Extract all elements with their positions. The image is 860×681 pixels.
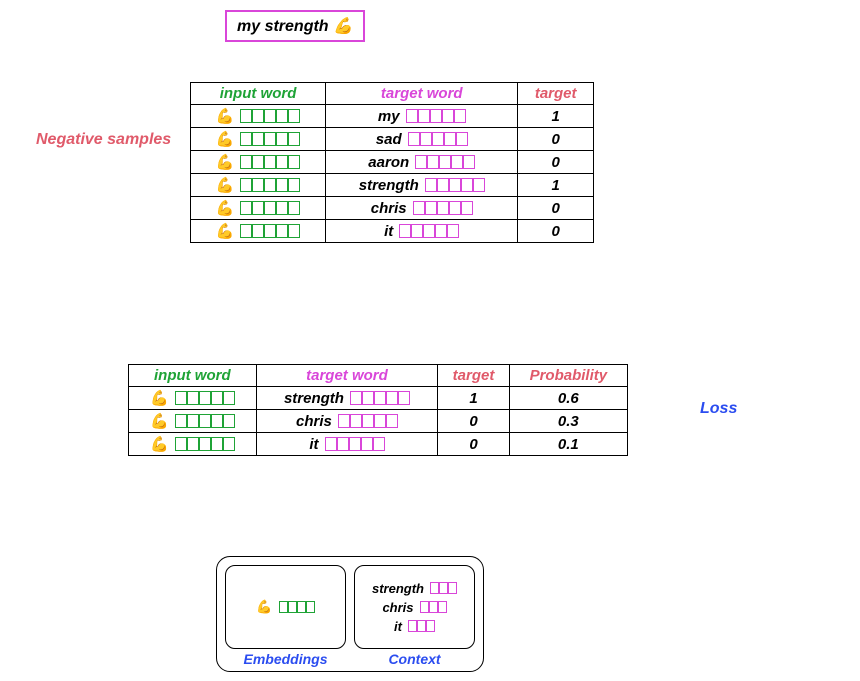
embeddings-column: 💪 Embeddings: [225, 565, 346, 667]
target-value: 0: [552, 223, 560, 240]
target-word-text: strength: [359, 177, 419, 194]
table-row: 💪 my 1: [191, 105, 594, 128]
flex-icon: 💪: [216, 199, 235, 217]
col-target-word: target word: [326, 83, 518, 105]
col-target-word: target word: [256, 365, 438, 387]
table-row: 💪 chris 0 0.3: [129, 410, 628, 433]
context-caption: Context: [388, 651, 440, 667]
col-probability: Probability: [509, 365, 627, 387]
training-samples-table: input word target word target 💪 my 1 💪 s…: [190, 82, 594, 243]
embedding-vector-icon: [240, 224, 300, 238]
context-vector-icon: [415, 155, 475, 169]
target-value: 0: [469, 436, 477, 453]
embedding-vector-icon: [175, 391, 235, 405]
context-box: strength chris it: [354, 565, 475, 649]
context-vector-icon: [425, 178, 485, 192]
target-word-text: sad: [376, 131, 402, 148]
target-value: 0: [552, 200, 560, 217]
target-value: 1: [469, 390, 477, 407]
target-value: 0: [469, 413, 477, 430]
flex-icon: 💪: [216, 130, 235, 148]
target-word-text: aaron: [368, 154, 409, 171]
col-input-word: input word: [129, 365, 257, 387]
embedding-vector-icon: [240, 178, 300, 192]
context-vector-icon: [430, 582, 457, 594]
flex-icon: 💪: [150, 412, 169, 430]
table-row: 💪 strength 1: [191, 174, 594, 197]
context-sentence-box: my strength 💪: [225, 10, 365, 42]
flex-icon: 💪: [256, 599, 272, 615]
context-vector-icon: [399, 224, 459, 238]
target-word-text: my: [378, 108, 400, 125]
probability-table: input word target word target Probabilit…: [128, 364, 628, 456]
table-row: 💪 chris 0: [191, 197, 594, 220]
embedding-vector-icon: [175, 437, 235, 451]
prob-value: 0.1: [558, 436, 579, 453]
col-target: target: [438, 365, 509, 387]
context-word-text: strength: [372, 581, 424, 596]
context-vector-icon: [408, 620, 435, 632]
context-vector-icon: [350, 391, 410, 405]
flex-icon: 💪: [216, 153, 235, 171]
context-vector-icon: [325, 437, 385, 451]
context-vector-icon: [408, 132, 468, 146]
table-row: 💪 it 0: [191, 220, 594, 243]
col-input-word: input word: [191, 83, 326, 105]
col-target: target: [518, 83, 594, 105]
target-value: 1: [552, 108, 560, 125]
flex-icon: 💪: [150, 389, 169, 407]
target-value: 0: [552, 154, 560, 171]
embeddings-box: 💪: [225, 565, 346, 649]
target-word-text: it: [309, 436, 318, 453]
flex-icon: 💪: [216, 222, 235, 240]
embeddings-caption: Embeddings: [243, 651, 327, 667]
context-vector-icon: [406, 109, 466, 123]
embedding-vector-icon: [240, 109, 300, 123]
context-vector-icon: [413, 201, 473, 215]
flex-icon: 💪: [150, 435, 169, 453]
flex-icon: 💪: [216, 176, 235, 194]
loss-label: Loss: [700, 400, 737, 418]
table-row: 💪 strength 1 0.6: [129, 387, 628, 410]
context-vector-icon: [338, 414, 398, 428]
target-word-text: strength: [284, 390, 344, 407]
embedding-vector-icon: [240, 155, 300, 169]
embedding-vector-icon: [240, 132, 300, 146]
context-word-text: chris: [382, 600, 413, 615]
negative-samples-text: Negative samples: [36, 131, 171, 148]
context-word-text: it: [394, 619, 402, 634]
flex-icon: 💪: [216, 107, 235, 125]
target-value: 0: [552, 131, 560, 148]
target-value: 1: [552, 177, 560, 194]
target-word-text: chris: [296, 413, 332, 430]
table-row: 💪 sad 0: [191, 128, 594, 151]
embedding-vector-icon: [240, 201, 300, 215]
prob-value: 0.3: [558, 413, 579, 430]
target-word-text: it: [384, 223, 393, 240]
prob-value: 0.6: [558, 390, 579, 407]
table-row: 💪 it 0 0.1: [129, 433, 628, 456]
embedding-vector-icon: [279, 601, 315, 613]
context-vector-icon: [420, 601, 447, 613]
embedding-vector-icon: [175, 414, 235, 428]
embeddings-context-panel: 💪 Embeddings strength chris it Context: [216, 556, 484, 672]
table-row: 💪 aaron 0: [191, 151, 594, 174]
context-sentence-text: my strength 💪: [237, 18, 353, 35]
negative-samples-label: Negative samples: [36, 130, 171, 151]
target-word-text: chris: [371, 200, 407, 217]
context-column: strength chris it Context: [354, 565, 475, 667]
